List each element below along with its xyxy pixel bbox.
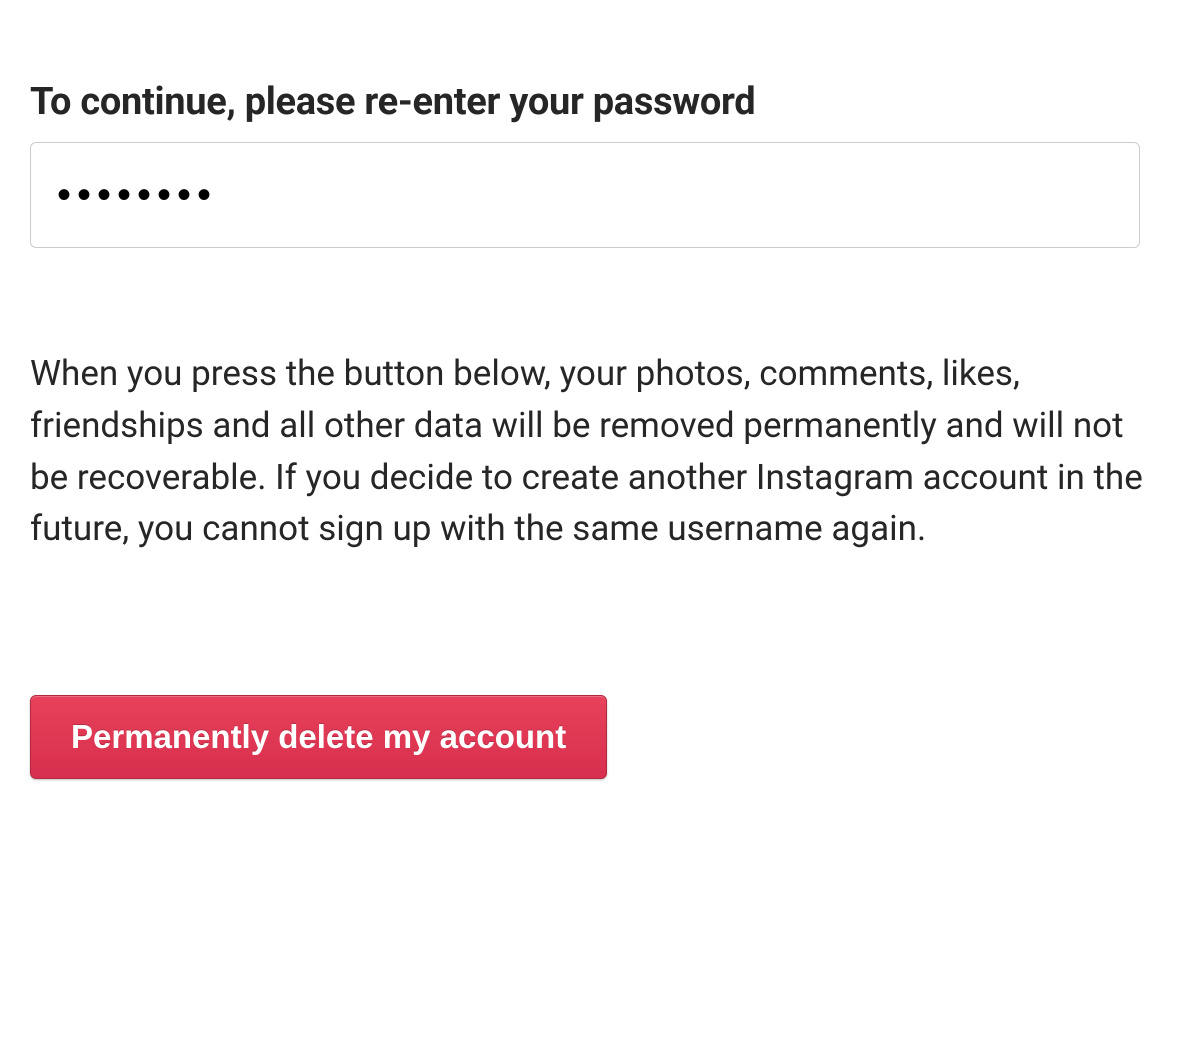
deletion-warning-text: When you press the button below, your ph…: [30, 348, 1170, 555]
password-label: To continue, please re-enter your passwo…: [30, 80, 1170, 124]
permanently-delete-account-button[interactable]: Permanently delete my account: [30, 695, 607, 779]
password-input[interactable]: [30, 142, 1140, 248]
delete-account-form: To continue, please re-enter your passwo…: [30, 80, 1170, 779]
